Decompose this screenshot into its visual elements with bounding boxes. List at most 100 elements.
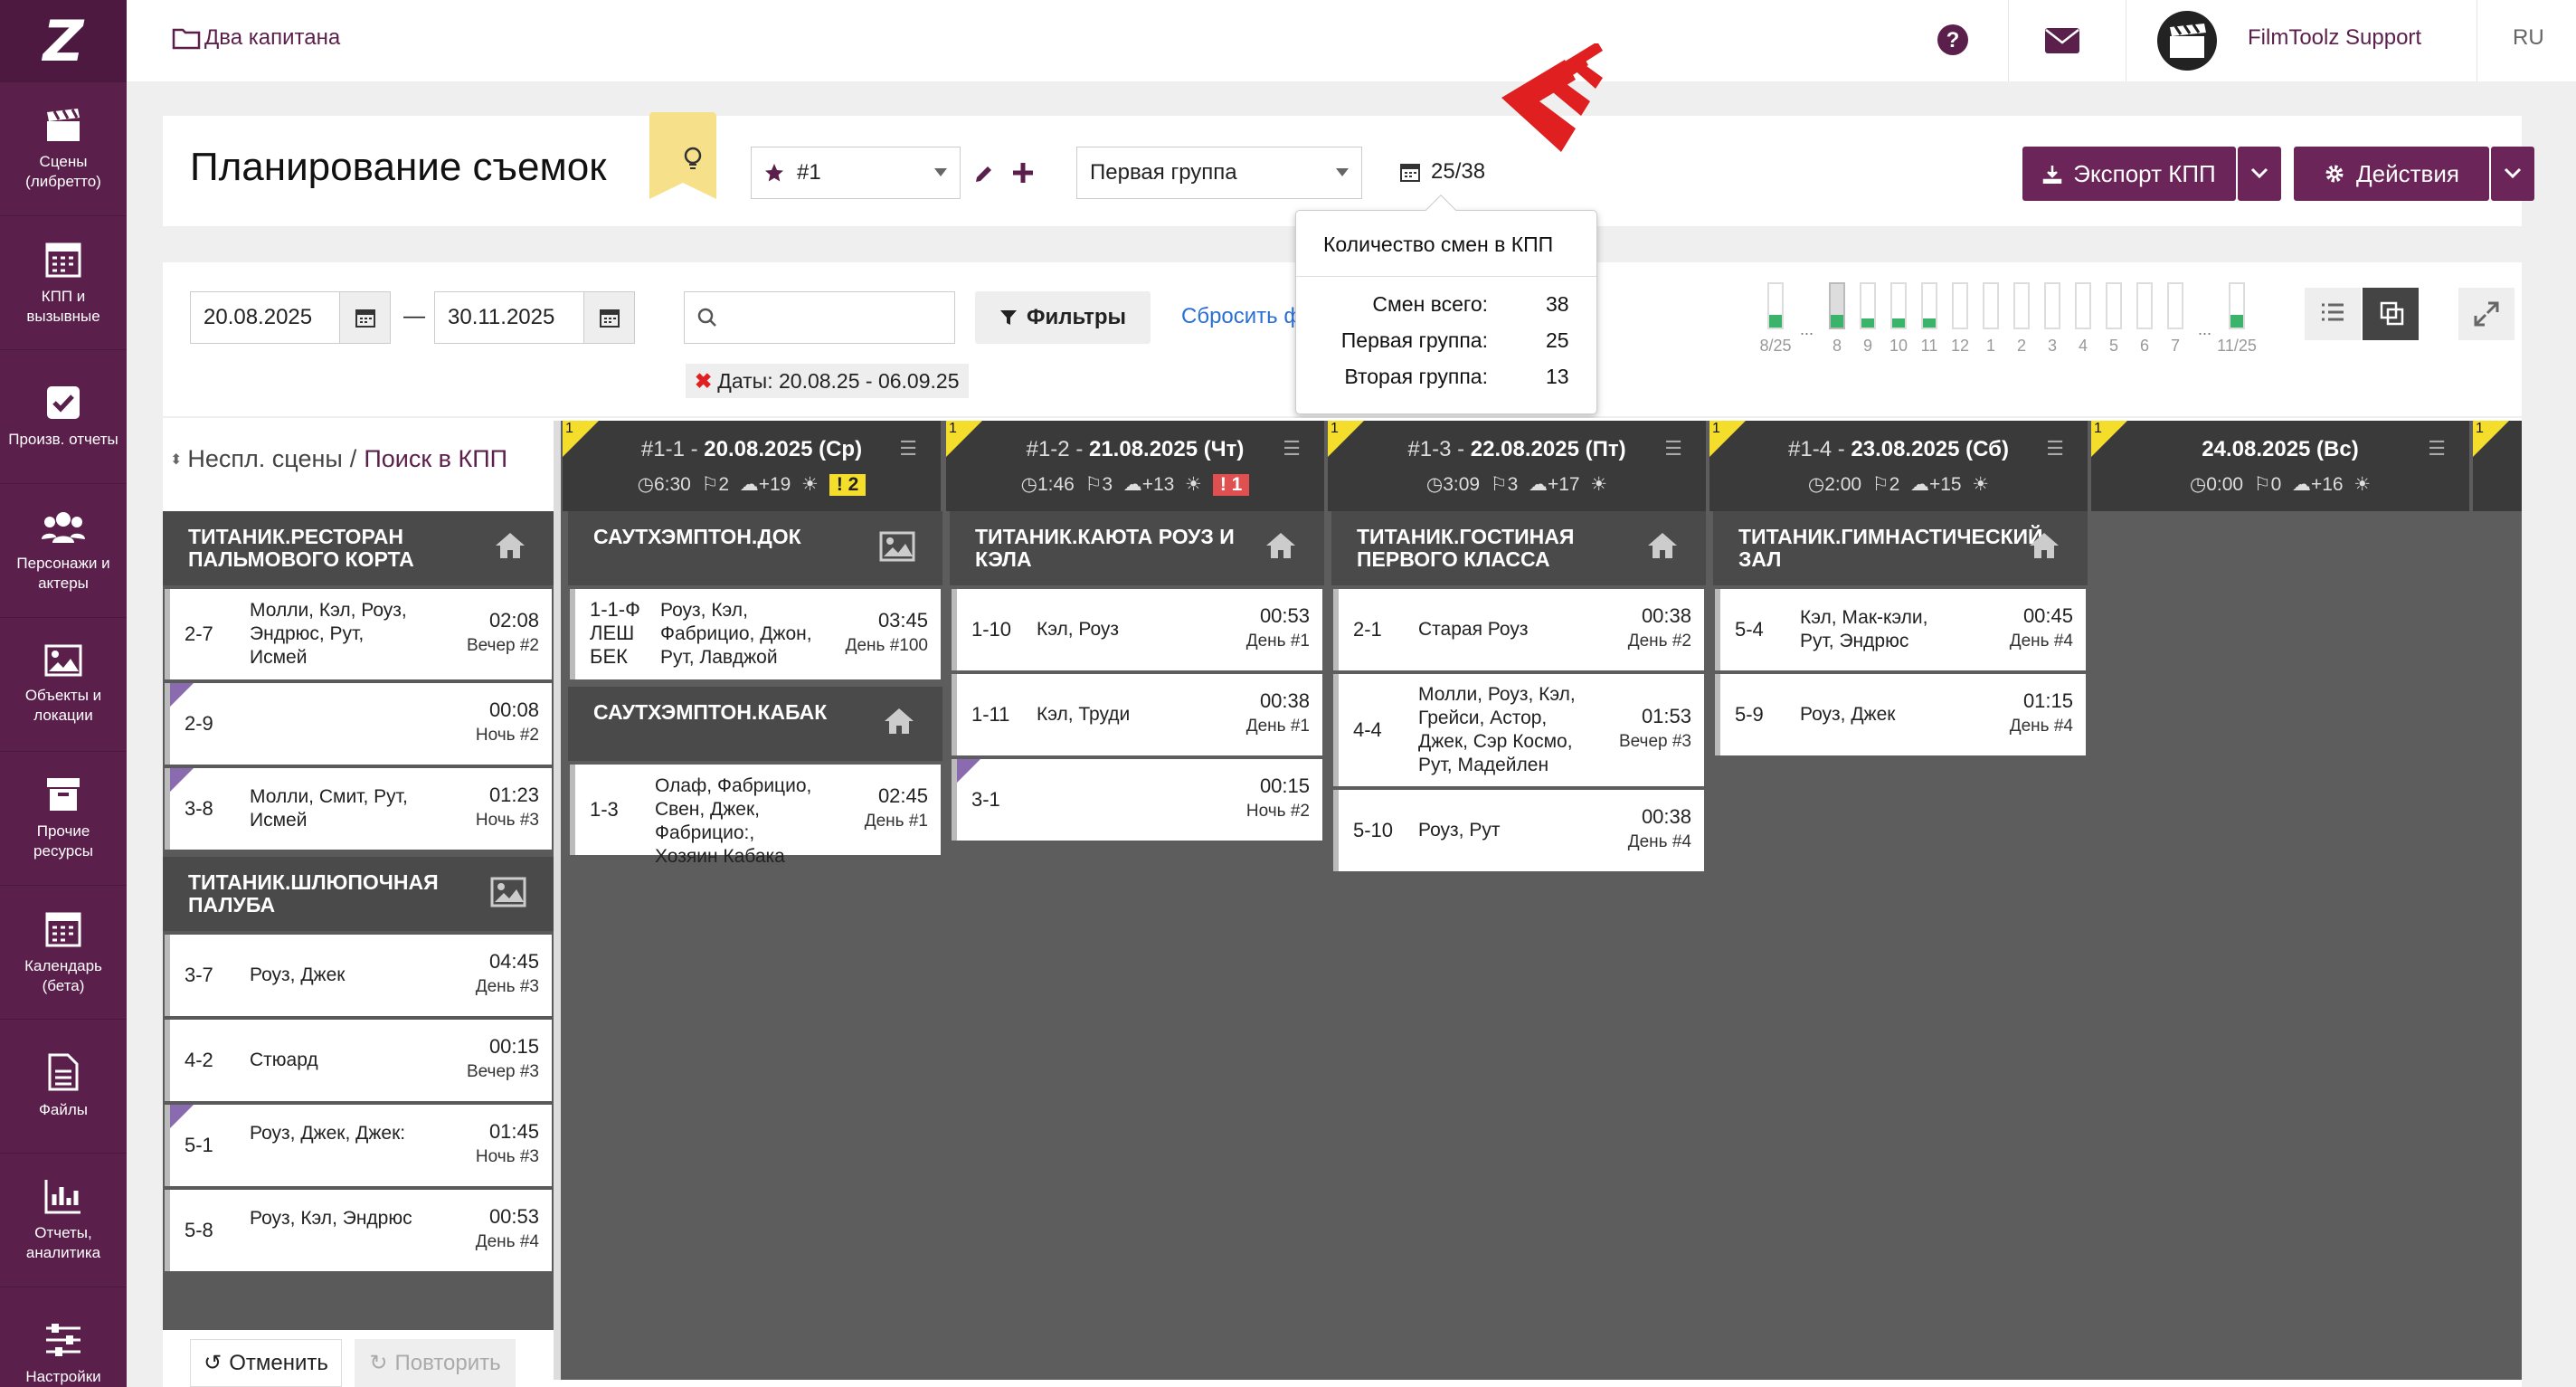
language-switch[interactable]: RU xyxy=(2513,25,2544,51)
sidebar-item-0[interactable]: Сцены (либретто) xyxy=(0,81,127,215)
scene-card[interactable]: 5-10 Роуз, Рут 00:38 День #4 xyxy=(1333,790,1704,871)
scene-card[interactable]: 2-1 Старая Роуз 00:38 День #2 xyxy=(1333,589,1704,670)
shift-bar[interactable] xyxy=(1860,282,1876,329)
user-name[interactable]: FilmToolz Support xyxy=(2248,25,2421,51)
unscheduled-tab[interactable]: Неспл. сцены xyxy=(187,445,342,473)
scene-card[interactable]: 5-9 Роуз, Джек 01:15 День #4 xyxy=(1715,674,2086,755)
location-header[interactable]: САУТХЭМПТОН.ДОК xyxy=(568,511,942,585)
avatar[interactable] xyxy=(2157,11,2217,71)
sidebar-item-7[interactable]: Файлы xyxy=(0,1019,127,1153)
help-icon[interactable]: ? xyxy=(1936,23,1970,57)
board-view-button[interactable] xyxy=(2363,288,2419,340)
list-view-button[interactable] xyxy=(2305,288,2361,340)
shift-bar[interactable] xyxy=(1952,282,1968,329)
day-header[interactable]: 1 24.08.2025 (Вс) ☰ ◷0:00 ⚐0 ☁+16 ☀ xyxy=(2091,421,2469,511)
shift-bar[interactable] xyxy=(2136,282,2153,329)
location-header[interactable]: ТИТАНИК.РЕСТОРАН ПАЛЬМОВОГО КОРТА xyxy=(163,511,554,585)
search-input[interactable] xyxy=(684,291,955,344)
sidebar-item-8[interactable]: Отчеты, аналитика xyxy=(0,1153,127,1287)
search-in-kpp-tab[interactable]: Поиск в КПП xyxy=(364,445,507,473)
undo-icon: ↺ xyxy=(204,1351,223,1375)
scene-card[interactable]: 5-8 Роуз, Кэл, Эндрюс 00:53 День #4 xyxy=(165,1190,552,1271)
scene-card[interactable]: 3-8 Молли, Смит, Рут, Исмей 01:23 Ночь #3 xyxy=(165,768,552,850)
scene-card[interactable]: 4-2 Стюард 00:15 Вечер #3 xyxy=(165,1020,552,1101)
location-header[interactable]: ТИТАНИК.ГИМНАСТИЧЕСКИЙ ЗАЛ xyxy=(1713,511,2088,585)
shift-bar-label: 12 xyxy=(1951,337,1970,355)
actions-dropdown-button[interactable] xyxy=(2491,147,2534,201)
day-header[interactable]: 1 #1-4 - 23.08.2025 (Сб) ☰ ◷2:00 ⚐2 ☁+15 ☀ xyxy=(1709,421,2088,511)
shift-bar[interactable] xyxy=(1767,282,1784,329)
export-kpp-button[interactable]: Экспорт КПП xyxy=(2022,147,2236,201)
group-select[interactable]: Первая группа xyxy=(1076,147,1362,199)
undo-button[interactable]: ↺ Отменить xyxy=(190,1339,342,1387)
sliders-icon[interactable]: ☰ xyxy=(899,437,917,461)
sidebar-item-3[interactable]: Персонажи и актеры xyxy=(0,483,127,617)
sidebar-item-2[interactable]: Произв. отчеты xyxy=(0,349,127,483)
sidebar-item-6[interactable]: Календарь (бета) xyxy=(0,885,127,1019)
tip-bookmark[interactable] xyxy=(649,112,716,199)
scene-card[interactable]: 2-7 Молли, Кэл, Роуз, Эндрюс, Рут, Исмей 0… xyxy=(165,589,552,679)
location-header[interactable]: ТИТАНИК.ШЛЮПОЧНАЯ ПАЛУБА xyxy=(163,857,554,931)
filters-button[interactable]: Фильтры xyxy=(975,291,1151,344)
shift-bar[interactable] xyxy=(2106,282,2122,329)
sliders-icon[interactable]: ☰ xyxy=(1283,437,1301,461)
sort-icon[interactable]: ⬍ xyxy=(170,451,182,469)
app-logo[interactable]: Z xyxy=(0,0,127,81)
shift-bar[interactable] xyxy=(2013,282,2030,329)
calendar-icon[interactable] xyxy=(583,292,634,343)
date-from-field[interactable]: 20.08.2025 xyxy=(190,291,391,344)
scene-card[interactable]: 1-1-ФЛЕШБЕК Роуз, Кэл, Фабрицио, Джон, Ру… xyxy=(570,589,941,679)
sliders-icon[interactable]: ☰ xyxy=(2428,437,2446,461)
shift-counter[interactable]: 25/38 xyxy=(1400,159,1485,185)
warning-badge[interactable]: ! 2 xyxy=(829,474,867,496)
scene-card[interactable]: 1-3 Олаф, Фабрицио, Свен, Джек, Фабрицио:… xyxy=(570,765,941,867)
date-filter-chip[interactable]: ✖ Даты: 20.08.25 - 06.09.25 xyxy=(686,364,969,398)
actions-button[interactable]: Действия xyxy=(2294,147,2489,201)
version-select[interactable]: #1 xyxy=(751,147,961,199)
remove-chip-icon[interactable]: ✖ xyxy=(695,369,712,394)
location-header[interactable]: САУТХЭМПТОН.КАБАК xyxy=(568,687,942,761)
scene-card[interactable]: 1-10 Кэл, Роуз 00:53 День #1 xyxy=(952,589,1322,670)
scene-card[interactable]: 2-9 00:08 Ночь #2 xyxy=(165,683,552,765)
shift-bar[interactable] xyxy=(1983,282,1999,329)
pencil-icon[interactable] xyxy=(973,163,995,185)
fullscreen-button[interactable] xyxy=(2458,288,2514,340)
sidebar-item-label: КПП и вызывные xyxy=(26,287,100,325)
redo-button[interactable]: ↻ Повторить xyxy=(355,1339,516,1387)
scene-card[interactable]: 1-11 Кэл, Труди 00:38 День #1 xyxy=(952,674,1322,755)
day-header[interactable]: 1 #1-1 - 20.08.2025 (Ср) ☰ ◷6:30 ⚐2 ☁+19 ☀!… xyxy=(563,421,941,511)
shift-bar[interactable] xyxy=(2044,282,2060,329)
sidebar-item-5[interactable]: Прочие ресурсы xyxy=(0,751,127,885)
shift-bar[interactable] xyxy=(1921,282,1937,329)
calendar-icon[interactable] xyxy=(339,292,390,343)
shift-bar[interactable] xyxy=(2075,282,2091,329)
export-dropdown-button[interactable] xyxy=(2238,147,2281,201)
location-header[interactable]: ТИТАНИК.КАЮТА РОУЗ И КЭЛА xyxy=(950,511,1324,585)
sliders-icon[interactable]: ☰ xyxy=(2046,437,2064,461)
project-link[interactable]: Два капитана xyxy=(172,25,340,51)
shift-bar[interactable] xyxy=(2167,282,2183,329)
date-to-field[interactable]: 30.11.2025 xyxy=(434,291,635,344)
scene-card[interactable]: 5-1 Роуз, Джек, Джек: 01:45 Ночь #3 xyxy=(165,1105,552,1186)
sidebar-item-9[interactable]: Настройки xyxy=(0,1287,127,1387)
scene-card[interactable]: 5-4 Кэл, Мак-кэли, Рут, Эндрюс 00:45 День #… xyxy=(1715,589,2086,670)
sliders-icon[interactable]: ☰ xyxy=(1664,437,1682,461)
scene-card[interactable]: 3-7 Роуз, Джек 04:45 День #3 xyxy=(165,935,552,1016)
sidebar-item-4[interactable]: Объекты и локации xyxy=(0,617,127,751)
location-header[interactable]: ТИТАНИК.ГОСТИНАЯ ПЕРВОГО КЛАССА xyxy=(1331,511,1706,585)
shift-bar[interactable] xyxy=(1890,282,1907,329)
sidebar-item-1[interactable]: КПП и вызывные xyxy=(0,215,127,349)
warning-badge[interactable]: ! 1 xyxy=(1212,474,1250,496)
mail-icon[interactable] xyxy=(2044,27,2080,54)
scene-card[interactable]: 4-4 Молли, Роуз, Кэл, Грейси, Астор, Джек… xyxy=(1333,674,1704,786)
scene-card[interactable]: 3-1 00:15 Ночь #2 xyxy=(952,759,1322,841)
day-header[interactable]: 1 #1-3 - 22.08.2025 (Пт) ☰ ◷3:09 ⚐3 ☁+17 ☀ xyxy=(1328,421,1706,511)
location-name: ТИТАНИК.ГОСТИНАЯ ПЕРВОГО КЛАССА xyxy=(1357,525,1575,571)
scene-characters: Молли, Кэл, Роуз, Эндрюс, Рут, Исмей xyxy=(250,600,407,668)
shift-bar[interactable] xyxy=(2229,282,2245,329)
day-header[interactable]: 1 #1-2 - 21.08.2025 (Чт) ☰ ◷1:46 ⚐3 ☁+13 ☀!… xyxy=(946,421,1324,511)
reset-filters-link[interactable]: Сбросить ф xyxy=(1181,304,1302,329)
shift-bar[interactable] xyxy=(1829,282,1845,329)
plus-icon[interactable] xyxy=(1011,161,1035,185)
location-name: САУТХЭМПТОН.КАБАК xyxy=(593,700,828,724)
